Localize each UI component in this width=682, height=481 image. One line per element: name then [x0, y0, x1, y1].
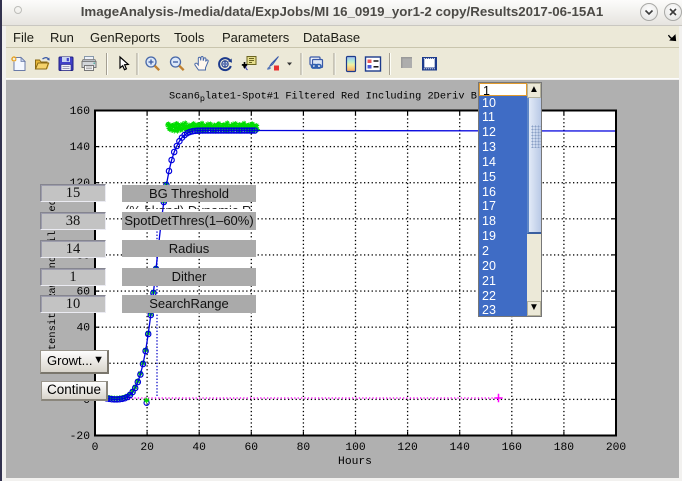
svg-text:60: 60 — [245, 442, 259, 454]
svg-text:100: 100 — [345, 442, 366, 454]
svg-text:140: 140 — [70, 142, 91, 154]
svg-text:0: 0 — [92, 442, 99, 454]
svg-text:120: 120 — [397, 442, 418, 454]
svg-text:40: 40 — [76, 323, 90, 335]
svg-text:80: 80 — [297, 442, 311, 454]
svg-text:160: 160 — [70, 106, 91, 118]
svg-text:180: 180 — [554, 442, 575, 454]
svg-text:200: 200 — [606, 442, 627, 454]
svg-text:20: 20 — [140, 442, 154, 454]
svg-text:Hours: Hours — [338, 456, 372, 468]
svg-text:160: 160 — [502, 442, 523, 454]
svg-text:40: 40 — [192, 442, 206, 454]
svg-text:-20: -20 — [70, 431, 91, 443]
svg-text:140: 140 — [450, 442, 471, 454]
